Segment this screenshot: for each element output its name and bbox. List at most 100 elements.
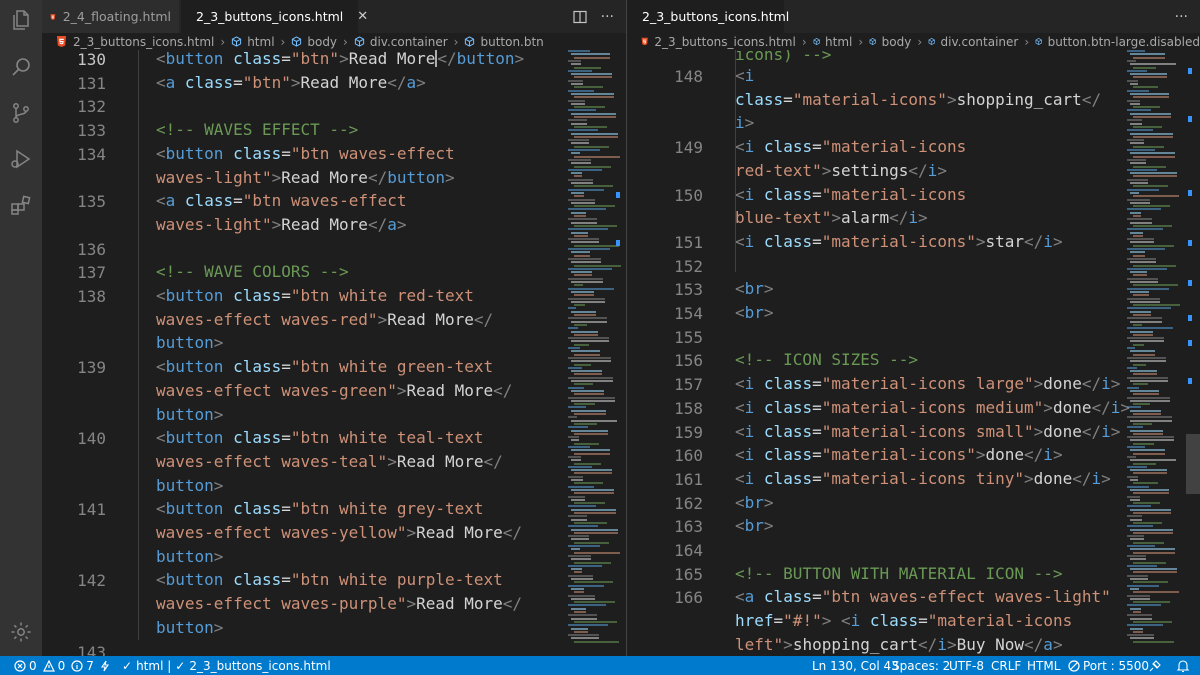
breadcrumb-item[interactable]: body	[307, 35, 337, 49]
breadcrumb-item[interactable]: div.container	[370, 35, 448, 49]
more-actions-icon[interactable]: ···	[1175, 9, 1188, 25]
breadcrumb-item[interactable]: div.container	[941, 35, 1019, 49]
breadcrumb-item[interactable]: 2_3_buttons_icons.html	[73, 35, 214, 49]
encoding[interactable]: UTF-8	[949, 656, 984, 675]
minimap-line	[571, 182, 593, 184]
minimap-line	[571, 73, 612, 76]
live-server-port[interactable]: Port : 5500	[1068, 656, 1149, 675]
scrollbar-thumb[interactable]	[1186, 434, 1200, 494]
language-mode[interactable]: HTML	[1027, 656, 1060, 675]
code-token: >	[763, 303, 774, 322]
code-token: <	[156, 428, 166, 448]
minimap-line	[1127, 525, 1153, 528]
close-icon[interactable]: ✕	[357, 9, 368, 24]
minimap-line	[1133, 323, 1142, 326]
minimap-line	[568, 307, 576, 310]
breadcrumb-item[interactable]: 2_3_buttons_icons.html	[654, 35, 795, 49]
lightning-icon[interactable]	[100, 656, 113, 675]
problems-indicator[interactable]: 0 0 7	[14, 656, 94, 675]
code-line: <a class="btn waves-effect waves-light"	[735, 585, 1111, 609]
minimap[interactable]	[1127, 50, 1189, 656]
minimap-line	[1127, 416, 1172, 419]
minimap-line	[1133, 393, 1159, 396]
breadcrumb-item[interactable]: html	[247, 35, 274, 49]
minimap-line	[571, 459, 581, 462]
code-editor[interactable]: 130 <button class="btn">Read More </button…	[42, 50, 626, 656]
code-token: done	[1043, 374, 1082, 394]
split-editor-icon[interactable]	[573, 10, 587, 24]
code-token: <	[735, 397, 745, 417]
breadcrumb-item[interactable]: button.btn	[480, 35, 543, 49]
code-line: <i class="material-icons">done</i>	[735, 443, 1063, 467]
tab-2-3-buttons-icons-right[interactable]: 2_3_buttons_icons.html	[627, 0, 789, 33]
vertical-scrollbar[interactable]	[612, 50, 626, 656]
code-token: a	[1043, 634, 1053, 654]
warning-count: 0	[57, 658, 66, 673]
breadcrumb-item[interactable]: button.btn-large.disabled	[1048, 35, 1200, 49]
cursor-position[interactable]: Ln 130, Col 43	[812, 656, 899, 675]
end-of-line[interactable]: CRLF	[991, 656, 1021, 675]
minimap-line	[571, 83, 583, 85]
minimap-line	[571, 548, 580, 551]
minimap-line	[571, 518, 587, 521]
html5-icon	[50, 13, 56, 20]
run-debug-icon[interactable]	[9, 147, 33, 171]
extensions-icon[interactable]	[9, 193, 33, 217]
minimap-line	[574, 195, 584, 198]
code-token: >	[387, 451, 397, 471]
language-check[interactable]: ✓ html | ✓ 2_3_buttons_icons.html	[122, 656, 331, 675]
minimap-line	[1130, 241, 1154, 244]
minimap-line	[1133, 165, 1166, 168]
minimap-line	[1130, 132, 1173, 135]
minimap-line	[1130, 281, 1158, 283]
code-token: class	[763, 137, 813, 157]
code-token: <	[735, 279, 745, 299]
code-token: "btn white grey-text	[290, 499, 484, 519]
code-editor[interactable]: icons) --> 148 <i class="material-icons">sh…	[627, 50, 1200, 656]
tab-2-4-floating[interactable]: 2_4_floating.html	[42, 0, 180, 33]
chevron-right-icon: ›	[343, 34, 348, 49]
tab-2-3-buttons-icons[interactable]: 2_3_buttons_icons.html ✕	[181, 0, 368, 33]
code-token: Read More	[387, 309, 474, 329]
minimap-line	[568, 416, 577, 419]
code-token: class	[233, 499, 282, 519]
source-control-icon[interactable]	[9, 101, 33, 125]
minimap-line	[1130, 310, 1151, 313]
minimap-line	[574, 323, 587, 326]
minimap-line	[1130, 429, 1163, 432]
notifications-icon[interactable]	[1176, 656, 1193, 675]
breadcrumb-item[interactable]: body	[882, 35, 912, 49]
code-token: </	[1081, 374, 1102, 394]
minimap-line	[1130, 637, 1154, 640]
code-token: <	[735, 303, 745, 322]
feedback-icon[interactable]	[1148, 656, 1165, 675]
vertical-scrollbar[interactable]	[1186, 50, 1200, 656]
minimap-line	[1130, 300, 1160, 303]
code-token: </	[367, 214, 388, 234]
search-icon[interactable]	[9, 55, 33, 79]
minimap-line	[1133, 561, 1166, 564]
code-line: class="material-icons">shopping_cart</	[735, 88, 1101, 112]
minimap-line	[571, 261, 601, 264]
explorer-icon[interactable]	[9, 8, 33, 32]
tab-label: 2_3_buttons_icons.html	[196, 9, 344, 24]
indentation[interactable]: Spaces: 2	[892, 656, 950, 675]
code-token: </	[1024, 634, 1044, 654]
code-token: >	[1052, 445, 1063, 465]
minimap-line	[1127, 386, 1139, 389]
minimap-line	[571, 469, 612, 472]
more-actions-icon[interactable]: ···	[601, 9, 614, 25]
line-number: 161	[674, 469, 703, 489]
settings-gear-icon[interactable]	[9, 620, 33, 644]
code-token: <	[156, 143, 166, 163]
code-token: i	[908, 208, 919, 228]
minimap-line	[1133, 591, 1179, 594]
code-token: >	[744, 113, 755, 133]
code-token: >	[416, 72, 426, 92]
code-token: >	[396, 214, 407, 234]
minimap-line	[571, 251, 590, 254]
code-line: <br>	[735, 491, 774, 515]
breadcrumb-item[interactable]: html	[825, 35, 852, 49]
code-token: >	[1052, 231, 1063, 251]
code-line: <!-- WAVES EFFECT -->	[156, 118, 358, 142]
